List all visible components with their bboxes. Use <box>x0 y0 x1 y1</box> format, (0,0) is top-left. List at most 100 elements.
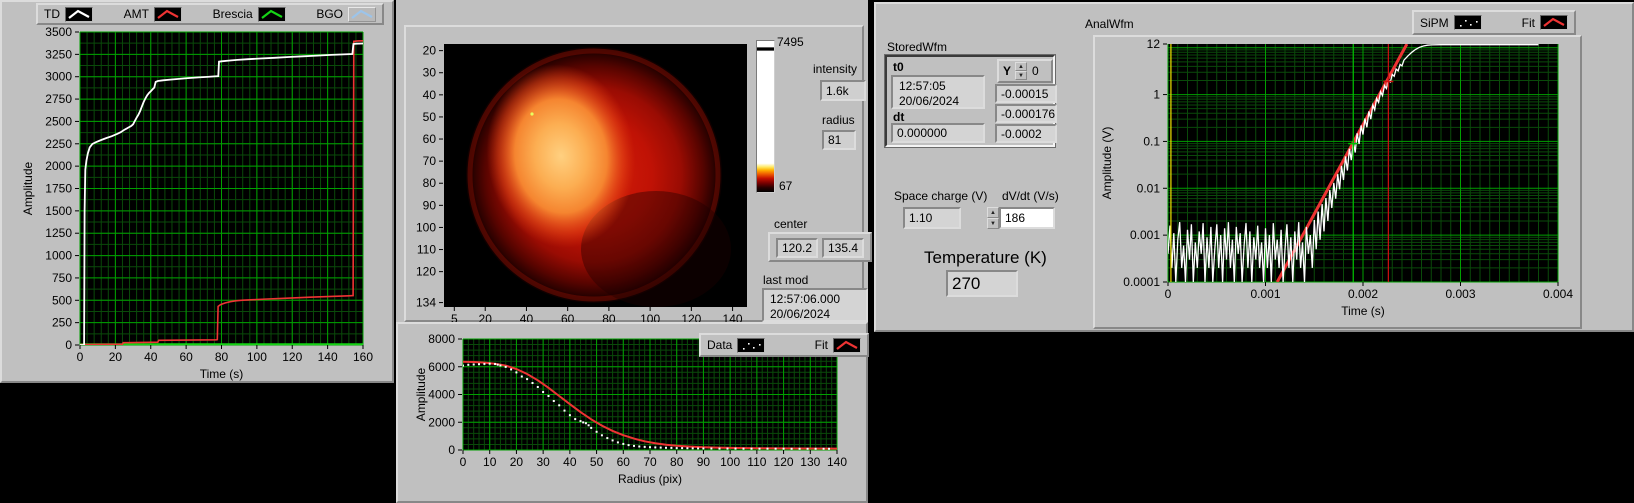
space-charge-label: Space charge (V) <box>894 189 987 203</box>
colorbar-min-label: 67 <box>779 179 792 193</box>
y-spin-up-icon[interactable]: ▲ <box>1015 62 1027 71</box>
waveform-legend-item-brescia[interactable]: Brescia <box>213 7 286 22</box>
y-tick-label: 250 <box>52 316 72 330</box>
y-tick-label: 750 <box>52 271 72 285</box>
y-tick-label: 0.1 <box>1143 134 1160 148</box>
image-column: 5204060801001201402030405060708090100110… <box>396 0 868 503</box>
dvdt-spin-down-icon[interactable]: ▼ <box>987 218 999 229</box>
x-tick-label: 100 <box>720 455 740 469</box>
legend-label: Data <box>707 338 732 352</box>
y-tick-label: 0 <box>65 338 72 352</box>
y-tick-label: 30 <box>423 66 437 80</box>
plot-glyph <box>738 339 764 352</box>
x-tick-label: 50 <box>590 455 604 469</box>
hot-pixel <box>530 112 533 115</box>
x-tick-label: 120 <box>774 455 794 469</box>
y-tick-label: 134 <box>416 296 436 310</box>
x-tick-label: 0 <box>77 350 84 364</box>
y-index-cluster: Y ▲ ▼ 0 <box>997 59 1053 83</box>
grid <box>1168 44 1558 282</box>
line-plot-icon[interactable] <box>154 7 182 22</box>
y-tick-label: 2250 <box>45 137 72 151</box>
intensity-colorbar[interactable] <box>756 40 775 193</box>
x-tick-label: 10 <box>483 455 497 469</box>
y-tick-label: 0.01 <box>1137 181 1161 195</box>
y-tick-label: 4000 <box>428 388 455 402</box>
y-axis-label: Amplitude <box>414 368 428 422</box>
plot-glyph <box>349 8 375 21</box>
y-tick-label: 60 <box>423 132 437 146</box>
x-tick-label: 70 <box>643 455 657 469</box>
x-tick-label: 140 <box>318 350 338 364</box>
x-tick-label: 0.003 <box>1445 287 1475 301</box>
x-tick-label: 90 <box>697 455 711 469</box>
legend-label: Fit <box>1522 16 1535 30</box>
analwfm-legend-item-fit[interactable]: Fit <box>1522 15 1568 30</box>
analwfm-chart-frame: 00.0010.0020.0030.0041210.10.010.0010.00… <box>1093 35 1582 329</box>
y-tick-label: 0.001 <box>1130 228 1160 242</box>
x-tick-label: 60 <box>179 350 193 364</box>
y-array-1: -0.000176 <box>995 104 1057 123</box>
temperature-value: 270 <box>946 270 1018 297</box>
line-plot-icon[interactable] <box>258 7 286 22</box>
instrument-dashboard: TDAMTBresciaBGO 020406080100120140160025… <box>0 0 1634 503</box>
analwfm-legend-item-sipm[interactable]: SiPM <box>1420 15 1482 30</box>
x-tick-label: 80 <box>670 455 684 469</box>
x-tick-label: 120 <box>282 350 302 364</box>
y-tick-label: 2000 <box>45 159 72 173</box>
x-tick-label: 130 <box>800 455 820 469</box>
y-index-value: 0 <box>1032 64 1039 78</box>
legend-label: AMT <box>124 7 149 21</box>
waveform-legend-item-bgo[interactable]: BGO <box>316 7 376 22</box>
plot-glyph <box>834 339 860 352</box>
line-plot-icon[interactable] <box>833 338 861 353</box>
t0-time: 12:57:05 <box>899 79 946 93</box>
t0-date: 20/06/2024 <box>899 94 959 108</box>
line-plot-icon[interactable] <box>65 7 93 22</box>
temperature-label: Temperature (K) <box>924 248 1047 268</box>
y-tick-label: 3250 <box>45 47 72 61</box>
intensity-label: intensity <box>813 62 857 76</box>
storedwfm-title: StoredWfm <box>887 40 947 54</box>
waveform-chart[interactable]: 0204060801001201401600250500750100012501… <box>2 26 396 384</box>
last-mod-date: 20/06/2024 <box>770 307 830 321</box>
dvdt-spin-up-icon[interactable]: ▲ <box>987 207 999 218</box>
x-axis-label: Radius (pix) <box>618 472 682 486</box>
radial-legend-item-fit[interactable]: Fit <box>815 338 861 353</box>
space-charge-value: 1.10 <box>903 207 961 229</box>
dvdt-spinner[interactable]: ▲ ▼ <box>987 207 999 229</box>
dvdt-input[interactable]: 186 <box>999 207 1055 229</box>
line-plot-icon[interactable] <box>348 7 376 22</box>
t0-label: t0 <box>893 60 904 74</box>
center-cluster: 120.2 135.4 <box>768 232 872 262</box>
plot-glyph <box>259 8 285 21</box>
waveform-legend-item-amt[interactable]: AMT <box>124 7 182 22</box>
y-tick-label: 100 <box>416 220 436 234</box>
waveform-legend-item-td[interactable]: TD <box>44 7 93 22</box>
x-tick-label: 0.002 <box>1348 287 1378 301</box>
x-tick-label: 160 <box>353 350 373 364</box>
radial-legend-item-data[interactable]: Data <box>707 338 765 353</box>
y-tick-label: 120 <box>416 265 436 279</box>
y-tick-label: 90 <box>423 198 437 212</box>
y-tick-label: 110 <box>417 243 436 257</box>
center-x-value: 120.2 <box>776 238 818 258</box>
x-tick-label: 40 <box>144 350 158 364</box>
y-tick-label: 500 <box>52 293 72 307</box>
colorbar-max-label: 7495 <box>777 35 804 49</box>
center-label: center <box>774 217 807 231</box>
analwfm-title: AnalWfm <box>1085 17 1134 31</box>
scatter-plot-icon[interactable] <box>1454 15 1482 30</box>
scatter-plot-icon[interactable] <box>737 338 765 353</box>
legend-label: Brescia <box>213 7 253 21</box>
y-axis-label: Amplitude (V) <box>1100 127 1114 200</box>
analwfm-legend: SiPM Fit <box>1412 10 1576 35</box>
y-spin-down-icon[interactable]: ▼ <box>1015 71 1027 80</box>
y-index-spinner[interactable]: ▲ ▼ <box>1015 62 1027 80</box>
y-tick-label: 8000 <box>428 332 455 346</box>
left-waveform-panel: TDAMTBresciaBGO 020406080100120140160025… <box>0 0 394 383</box>
analwfm-chart[interactable]: 00.0010.0020.0030.0041210.10.010.0010.00… <box>1095 37 1580 327</box>
dt-label: dt <box>893 110 904 124</box>
line-plot-icon[interactable] <box>1540 15 1568 30</box>
radius-label: radius <box>822 113 855 127</box>
